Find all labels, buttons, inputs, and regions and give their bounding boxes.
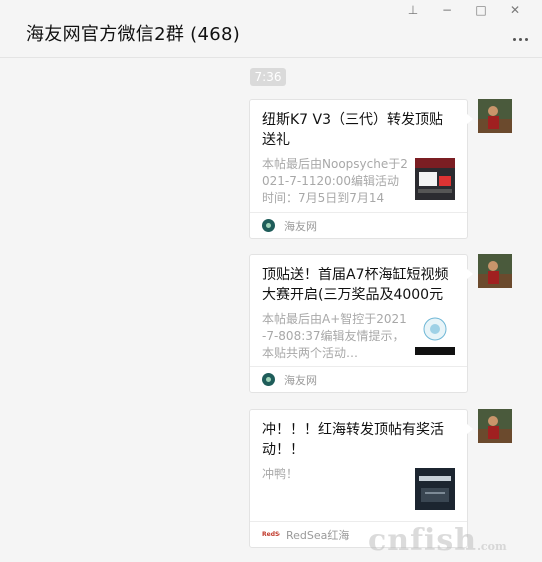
timestamp: 7:36 bbox=[250, 68, 286, 86]
card-body: 本帖最后由A+智控于2021-7-808:37编辑友情提示，本贴共两个活动… bbox=[262, 311, 455, 363]
contest-thumbnail-icon bbox=[415, 313, 455, 355]
maximize-icon[interactable]: □ bbox=[464, 2, 498, 18]
card-title: 顶贴送！首届A7杯海缸短视频大赛开启(三万奖品及4000元现金) bbox=[262, 267, 449, 303]
card-description: 冲鸭！ bbox=[262, 467, 299, 481]
product-thumbnail-icon bbox=[415, 158, 455, 200]
card-source: 海友网 bbox=[250, 366, 467, 392]
card-description: 本帖最后由A+智控于2021-7-808:37编辑友情提示，本贴共两个活动… bbox=[262, 312, 407, 360]
source-name: 海友网 bbox=[284, 373, 317, 387]
avatar[interactable] bbox=[478, 99, 512, 133]
source-logo-icon bbox=[262, 373, 275, 386]
card-source: 海友网 bbox=[250, 212, 467, 238]
card-title: 纽斯K7 V3（三代）转发顶贴送礼 bbox=[262, 112, 444, 148]
window-controls: ⊥ − □ ✕ bbox=[396, 2, 532, 18]
minimize-icon[interactable]: − bbox=[430, 2, 464, 18]
card-body: 本帖最后由Noopsyche于2021-7-1120:00编辑活动时间：7月5日… bbox=[262, 156, 455, 208]
source-name: RedSea红海 bbox=[286, 528, 350, 542]
avatar[interactable] bbox=[478, 409, 512, 443]
close-icon[interactable]: ✕ bbox=[498, 2, 532, 18]
source-name: 海友网 bbox=[284, 219, 317, 233]
link-card[interactable]: 顶贴送！首届A7杯海缸短视频大赛开启(三万奖品及4000元现金) 本帖最后由A+… bbox=[249, 254, 473, 393]
pin-icon[interactable]: ⊥ bbox=[396, 2, 430, 18]
redsea-logo-icon: RedSea bbox=[262, 530, 280, 538]
link-card[interactable]: 纽斯K7 V3（三代）转发顶贴送礼 本帖最后由Noopsyche于2021-7-… bbox=[249, 99, 473, 239]
redsea-thumbnail-icon bbox=[415, 468, 455, 510]
card-title: 冲！！！红海转发顶帖有奖活动！！ bbox=[262, 422, 444, 458]
watermark: cnfish.com bbox=[368, 523, 507, 558]
more-options-icon[interactable] bbox=[510, 34, 530, 44]
source-logo-icon bbox=[262, 219, 275, 232]
chat-title: 海友网官方微信2群 (468) bbox=[26, 24, 241, 45]
avatar[interactable] bbox=[478, 254, 512, 288]
card-description: 本帖最后由Noopsyche于2021-7-1120:00编辑活动时间：7月5日… bbox=[262, 157, 408, 205]
title-bar: ⊥ − □ ✕ 海友网官方微信2群 (468) bbox=[0, 0, 542, 58]
card-body: 冲鸭！ bbox=[262, 466, 455, 518]
